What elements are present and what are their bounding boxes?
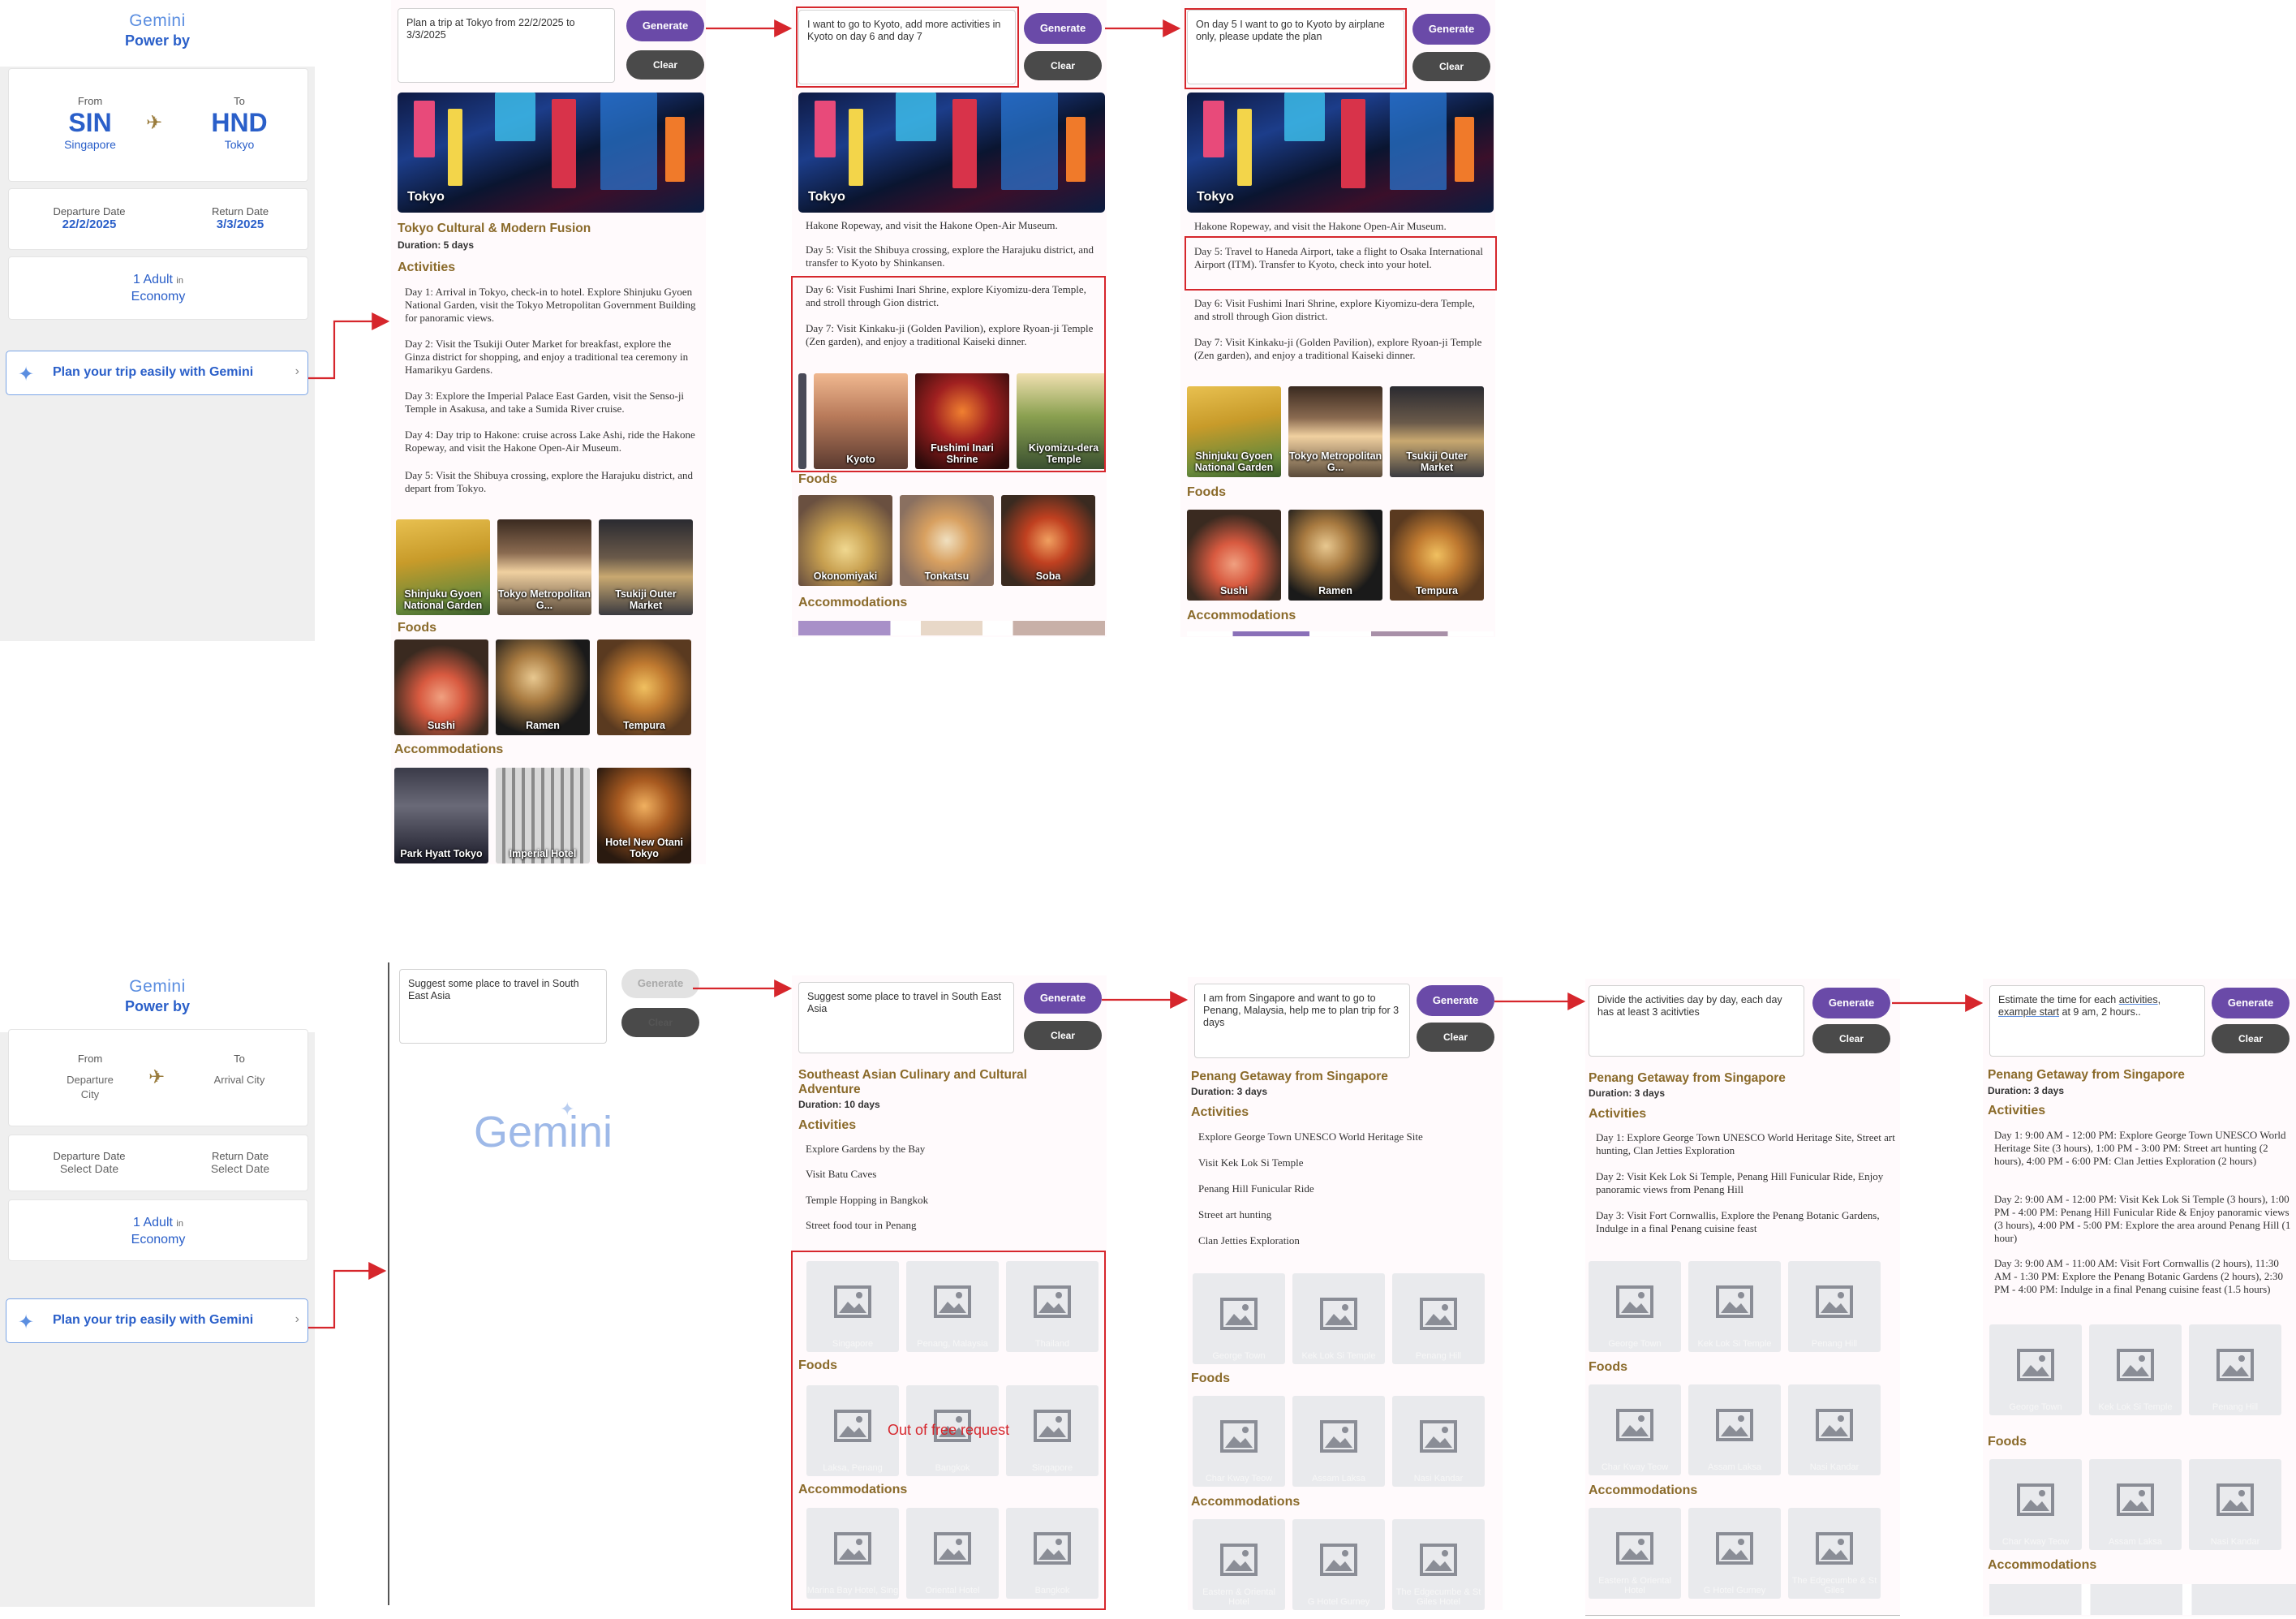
flow-arrows (308, 19, 1984, 1329)
flow-arrow (308, 19, 1984, 1329)
